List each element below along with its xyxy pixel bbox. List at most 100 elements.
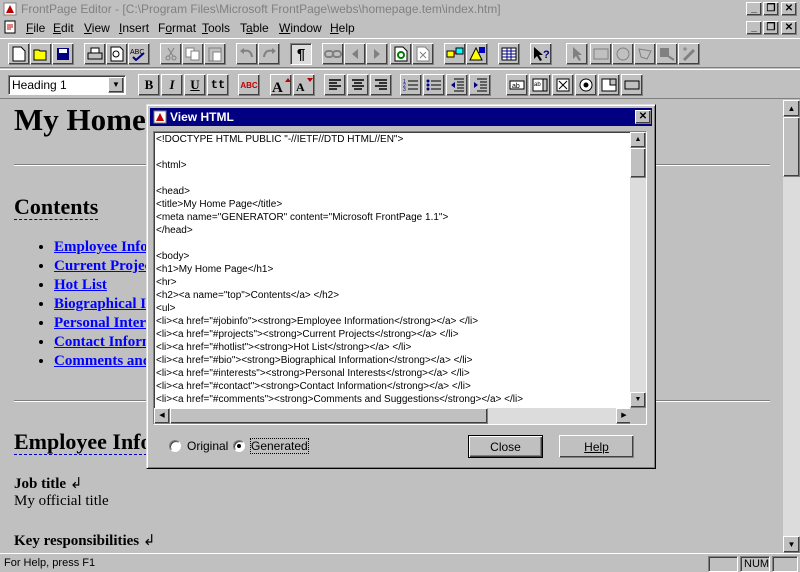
html-source-text: <!DOCTYPE HTML PUBLIC "-//IETF//DTD HTML… <box>156 133 626 406</box>
back-icon[interactable] <box>344 43 366 65</box>
html-source-textarea[interactable]: <!DOCTYPE HTML PUBLIC "-//IETF//DTD HTML… <box>153 131 647 425</box>
source-scroll-down-icon[interactable]: ▼ <box>630 392 646 408</box>
print-preview-icon[interactable] <box>106 43 128 65</box>
menu-view[interactable]: View <box>84 21 110 35</box>
context-help-icon[interactable]: ? <box>530 43 552 65</box>
doc-minimize-icon[interactable]: _ <box>746 21 762 35</box>
align-right-icon[interactable] <box>370 74 392 96</box>
source-line <box>156 237 626 250</box>
fixed-width-button[interactable]: tt <box>207 74 229 96</box>
open-icon[interactable] <box>30 43 52 65</box>
circle-hotspot-icon[interactable] <box>612 43 634 65</box>
source-vertical-scrollbar[interactable]: ▲ ▼ <box>630 132 646 408</box>
one-line-textbox-icon[interactable]: ab <box>506 74 528 96</box>
menu-format[interactable]: Format <box>158 21 196 35</box>
scroll-up-icon[interactable]: ▲ <box>783 100 800 117</box>
svg-text:3: 3 <box>403 87 406 92</box>
paragraph-style-select[interactable]: Heading 1 ▼ <box>8 75 126 95</box>
save-icon[interactable] <box>52 43 74 65</box>
svg-text:A: A <box>296 80 305 93</box>
align-left-icon[interactable] <box>324 74 346 96</box>
restore-icon[interactable]: ❐ <box>763 2 779 16</box>
dialog-close-icon[interactable]: ✕ <box>635 110 651 124</box>
cut-icon[interactable] <box>160 43 182 65</box>
checkbox-field-icon[interactable] <box>552 74 574 96</box>
new-icon[interactable] <box>8 43 30 65</box>
show-paragraph-marks-icon[interactable]: ¶ <box>290 43 312 65</box>
source-scroll-thumb[interactable] <box>630 148 646 178</box>
increase-font-size-icon[interactable]: A <box>270 74 292 96</box>
text-color-button[interactable]: ABC <box>238 74 260 96</box>
source-line <box>156 146 626 159</box>
source-line: <li><a href="#bio"><strong>Biographical … <box>156 355 473 366</box>
frontpage-app-icon[interactable] <box>3 2 17 16</box>
menu-bar: File Edit View Insert Format Tools Table Window… <box>0 18 800 38</box>
push-button-field-icon[interactable] <box>621 74 643 96</box>
source-line: <ul> <box>156 303 176 314</box>
radio-field-icon[interactable] <box>575 74 597 96</box>
radio-generated-indicator[interactable] <box>233 440 245 452</box>
radio-original-indicator[interactable] <box>169 440 181 452</box>
doc-close-icon[interactable]: ✕ <box>781 21 797 35</box>
menu-edit[interactable]: Edit <box>53 21 74 35</box>
forward-icon[interactable] <box>366 43 388 65</box>
decrease-font-size-icon[interactable]: A <box>293 74 315 96</box>
decrease-indent-icon[interactable] <box>446 74 468 96</box>
source-scroll-left-icon[interactable]: ◀ <box>154 408 170 424</box>
close-icon[interactable]: ✕ <box>781 2 797 16</box>
stop-icon[interactable] <box>412 43 434 65</box>
refresh-icon[interactable] <box>390 43 412 65</box>
undo-icon[interactable] <box>236 43 258 65</box>
source-scroll-up-icon[interactable]: ▲ <box>630 132 646 148</box>
contents-anchor[interactable]: Contents <box>14 194 99 220</box>
dropdown-field-icon[interactable] <box>598 74 620 96</box>
chevron-down-icon[interactable]: ▼ <box>108 77 124 93</box>
bold-button[interactable]: B <box>138 74 160 96</box>
document-icon[interactable] <box>3 20 17 34</box>
document-vertical-scrollbar[interactable]: ▲ ▼ <box>783 100 800 553</box>
increase-indent-icon[interactable] <box>469 74 491 96</box>
toc-link-hot-list[interactable]: Hot List <box>54 277 107 293</box>
source-line: <li><a href="#contact"><strong>Contact I… <box>156 381 471 392</box>
insert-table-icon[interactable] <box>498 43 520 65</box>
explorer-icon[interactable] <box>444 43 466 65</box>
radio-original[interactable]: Original <box>169 439 228 453</box>
numbered-list-icon[interactable]: 123 <box>400 74 422 96</box>
redo-icon[interactable] <box>258 43 280 65</box>
highlight-hotspots-icon[interactable] <box>656 43 678 65</box>
source-horizontal-scrollbar[interactable]: ◀ ▶ <box>154 408 632 424</box>
paste-icon[interactable] <box>204 43 226 65</box>
menu-help[interactable]: Help <box>330 21 355 35</box>
menu-insert[interactable]: Insert <box>119 21 149 35</box>
num-lock-indicator: NUM <box>740 556 770 572</box>
doc-restore-icon[interactable]: ❐ <box>763 21 779 35</box>
minimize-icon[interactable]: _ <box>746 2 762 16</box>
scroll-thumb[interactable] <box>783 117 800 177</box>
spelling-icon[interactable]: ABC <box>128 43 150 65</box>
rectangle-hotspot-icon[interactable] <box>590 43 612 65</box>
close-button[interactable]: Close <box>468 435 543 458</box>
source-hscroll-thumb[interactable] <box>170 408 488 424</box>
help-button[interactable]: Help <box>559 435 634 458</box>
underline-button[interactable]: U <box>184 74 206 96</box>
bulleted-list-icon[interactable] <box>423 74 445 96</box>
menu-table[interactable]: Table <box>240 21 269 35</box>
to-do-list-icon[interactable] <box>466 43 488 65</box>
polygon-hotspot-icon[interactable] <box>634 43 656 65</box>
copy-icon[interactable] <box>182 43 204 65</box>
scrolling-textbox-icon[interactable]: ab <box>529 74 551 96</box>
source-line <box>156 172 626 185</box>
make-transparent-icon[interactable] <box>678 43 700 65</box>
radio-generated[interactable]: Generated <box>233 438 309 454</box>
source-line: <html> <box>156 160 187 171</box>
menu-file[interactable]: File <box>26 21 45 35</box>
italic-button[interactable]: I <box>161 74 183 96</box>
menu-window[interactable]: Window <box>279 21 322 35</box>
menu-tools[interactable]: Tools <box>202 21 230 35</box>
select-pointer-icon[interactable] <box>566 43 588 65</box>
link-icon[interactable] <box>322 43 344 65</box>
window-title: FrontPage Editor - [C:\Program Files\Mic… <box>21 2 501 16</box>
print-icon[interactable] <box>84 43 106 65</box>
scroll-down-icon[interactable]: ▼ <box>783 536 800 553</box>
align-center-icon[interactable] <box>347 74 369 96</box>
